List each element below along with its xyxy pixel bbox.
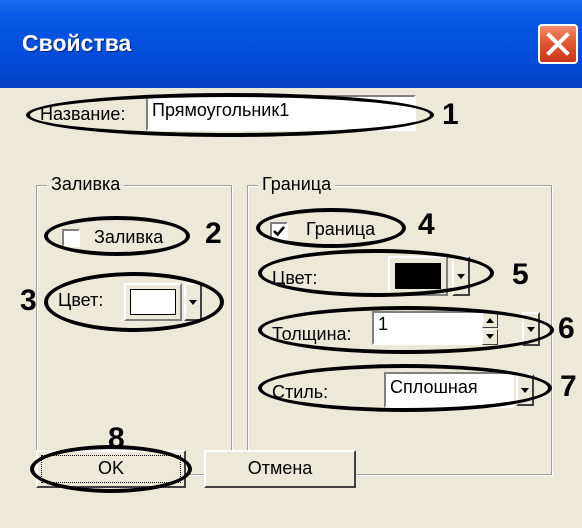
dialog-body: Название: Прямоугольник1 1 Заливка Залив… — [0, 88, 582, 528]
annotation-ellipse-4 — [256, 208, 406, 248]
fill-group-title: Заливка — [47, 174, 125, 195]
callout-2: 2 — [205, 217, 222, 250]
callout-1: 1 — [442, 98, 459, 131]
window-title: Свойства — [22, 30, 132, 56]
border-group-title: Граница — [258, 174, 336, 195]
annotation-ellipse-2 — [44, 216, 190, 256]
callout-3: 3 — [20, 284, 37, 317]
callout-7: 7 — [560, 370, 577, 403]
annotation-ellipse-7 — [258, 364, 552, 412]
annotation-ellipse-5 — [258, 249, 494, 297]
annotation-ellipse-6 — [258, 306, 554, 354]
close-icon — [546, 32, 570, 56]
annotation-ellipse-8 — [30, 445, 192, 493]
callout-4: 4 — [418, 208, 435, 241]
callout-5: 5 — [512, 258, 529, 291]
close-button[interactable] — [538, 24, 578, 64]
callout-6: 6 — [558, 312, 575, 345]
annotation-ellipse-1 — [26, 93, 434, 137]
title-bar[interactable]: Свойства — [0, 0, 582, 88]
cancel-button[interactable]: Отмена — [204, 450, 356, 488]
annotation-ellipse-3 — [44, 272, 224, 332]
